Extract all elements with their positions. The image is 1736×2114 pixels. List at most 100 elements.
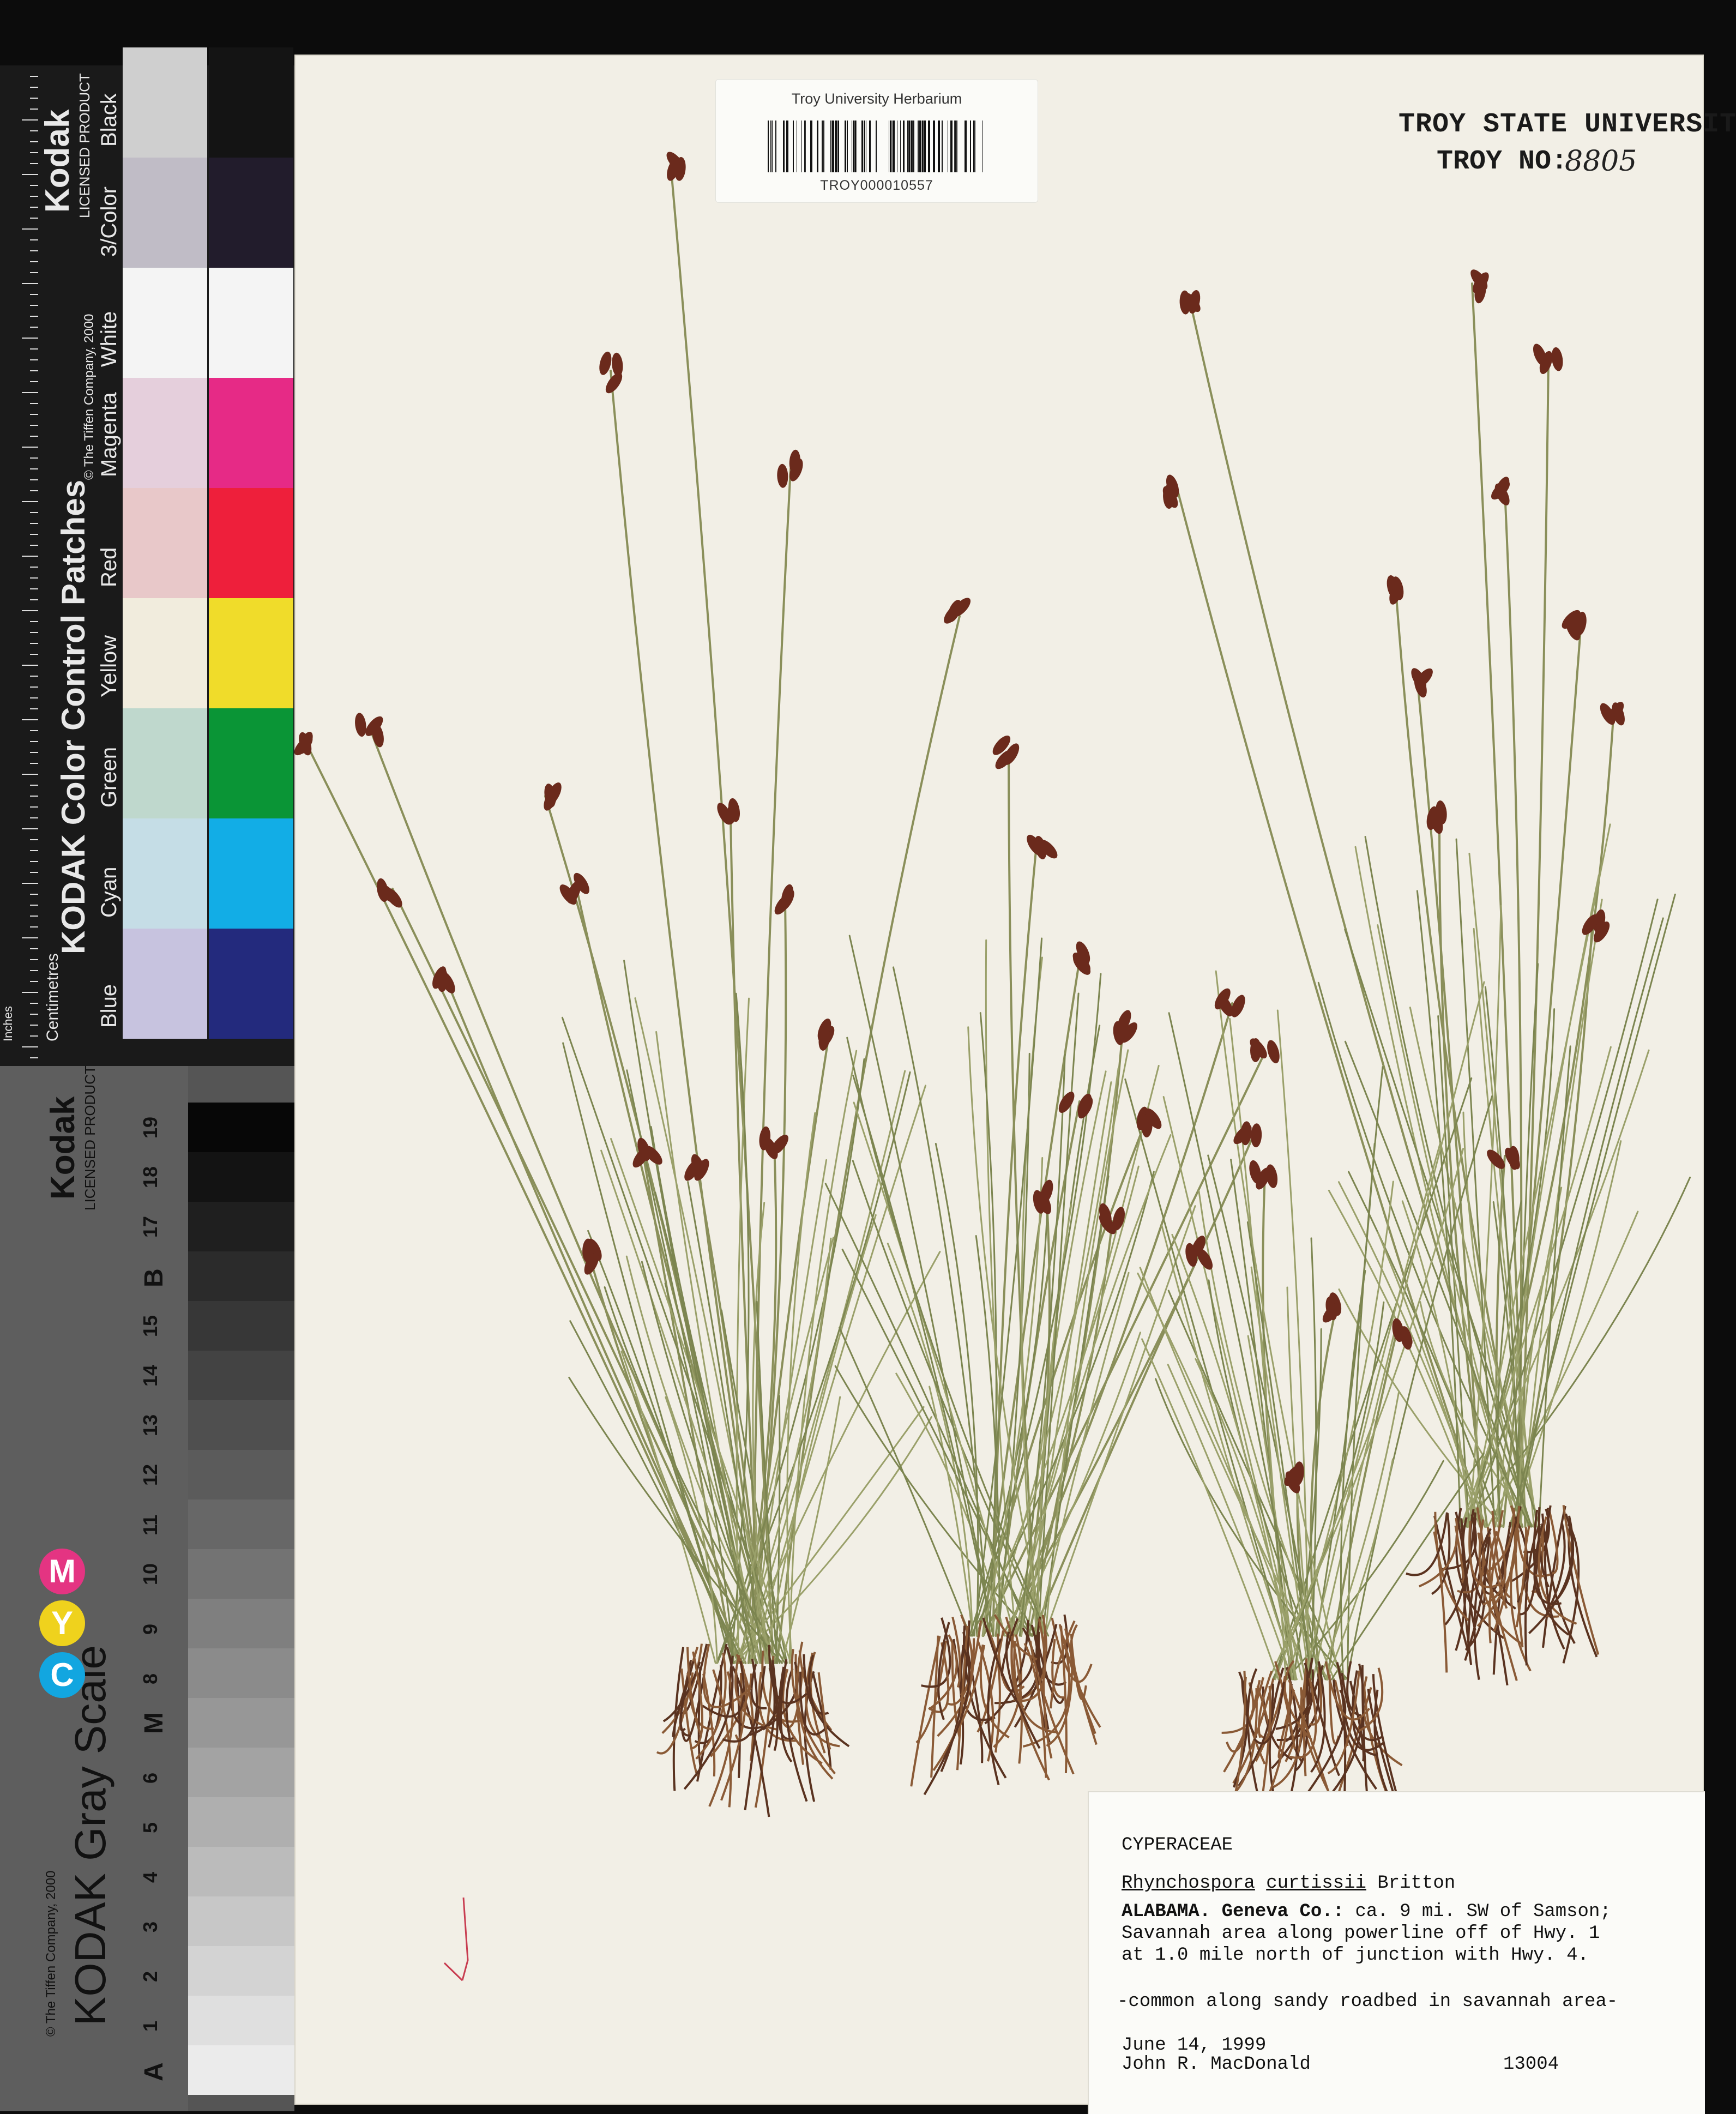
leaf-blade (1494, 874, 1600, 1528)
gray-scale-step-label: 6 (139, 1772, 161, 1784)
gray-scale-step-label: 2 (139, 1971, 161, 1982)
barcode-bar (924, 121, 926, 172)
barcode-bar (810, 121, 812, 172)
barcode-bar (913, 121, 914, 172)
kodak-logo: Kodak (39, 109, 76, 213)
species-epithet: curtissii (1266, 1873, 1366, 1894)
institution-name: Troy University Herbarium (791, 91, 962, 107)
catalog-number: TROY000010557 (820, 178, 933, 193)
color-patch-light (123, 47, 207, 158)
stamp-number-handwritten: 8805 (1565, 145, 1637, 178)
gray-scale-step-label: A (140, 2062, 168, 2081)
barcode-bar (919, 121, 921, 172)
spikelet (605, 372, 623, 394)
barcode-bar (830, 121, 831, 172)
gray-scale-card: Kodak LICENSED PRODUCT KODAK Gray Scale … (0, 1065, 294, 2111)
spikelet (777, 463, 788, 488)
family-name: CYPERACEAE (1122, 1835, 1233, 1856)
barcode-bar (907, 121, 908, 172)
patch-label: Yellow (97, 635, 121, 697)
barcode-bar (918, 121, 919, 172)
locality-line-2: Savannah area along powerline off of Hwy… (1122, 1923, 1600, 1944)
gray-scale-step-label: 9 (139, 1623, 161, 1635)
leaf-blade (1026, 1081, 1112, 1637)
spikelet (1267, 1040, 1280, 1064)
barcode-bar (864, 121, 865, 172)
gray-step (188, 1103, 294, 1152)
leaf-blade (846, 1037, 1050, 1637)
barcode-bar (928, 121, 930, 172)
patch-label: Magenta (97, 392, 121, 477)
patch-label: Blue (97, 984, 121, 1028)
culm (544, 795, 757, 1664)
barcode-bar (950, 121, 953, 172)
color-patch-light (123, 708, 207, 818)
spikelet (1251, 1123, 1262, 1148)
licensed-text: LICENSED PRODUCT (82, 1065, 98, 1210)
patch-label: 3/Color (97, 186, 121, 257)
gray-scale-step-label: 13 (139, 1414, 161, 1436)
color-patch-dark (209, 268, 293, 378)
specimen-label: CYPERACEAE Rhynchospora curtissii Britto… (1088, 1791, 1705, 2114)
gray-step (188, 1400, 294, 1450)
culm (670, 162, 775, 1664)
barcode-label: Troy University Herbarium TROY000010557 (715, 79, 1038, 203)
barcode-bar (845, 121, 846, 172)
barcode-bar (974, 121, 975, 172)
spikelet (612, 352, 623, 377)
patch-label: White (97, 311, 121, 367)
gray-step (188, 1351, 294, 1400)
barcode-bar (770, 121, 771, 172)
gray-step (188, 1797, 294, 1847)
leaf-blade (935, 1142, 979, 1637)
gray-scale-step-label: 17 (139, 1215, 161, 1238)
barcode-bar (822, 121, 823, 172)
gray-scale-step-label: 19 (139, 1116, 161, 1139)
barcode-bar (890, 121, 891, 172)
barcode-bar (900, 121, 901, 172)
barcode-bar (869, 121, 871, 172)
gray-step (188, 1847, 294, 1896)
barcode (768, 121, 982, 172)
leaf-blade (788, 1050, 858, 1664)
color-patch-light (123, 158, 207, 268)
barcode-bar (954, 121, 955, 172)
barcode-bar (817, 121, 818, 172)
barcode-bar (970, 121, 971, 172)
gray-step (188, 1202, 294, 1251)
gray-step (188, 1251, 294, 1301)
state-county: ALABAMA. Geneva Co.: (1122, 1901, 1345, 1922)
patch-label: Cyan (97, 866, 121, 918)
color-checker-title: KODAK Color Control Patches (55, 479, 92, 954)
locality-line-3: at 1.0 mile north of junction with Hwy. … (1122, 1945, 1589, 1966)
barcode-bar (835, 121, 837, 172)
color-patch-dark (209, 47, 293, 158)
barcode-bar (956, 121, 957, 172)
collection-number: 13004 (1503, 2054, 1559, 2075)
color-patch-light (123, 818, 207, 929)
culm (446, 980, 747, 1664)
gray-scale-step-label: 8 (139, 1673, 161, 1684)
gray-step (188, 1896, 294, 1946)
barcode-bar (876, 121, 877, 172)
color-patch-dark (209, 818, 293, 929)
barcode-bar (775, 121, 776, 172)
barcode-bar (832, 121, 834, 172)
barcode-bar (805, 121, 806, 172)
gray-scale-step-label: 14 (139, 1364, 161, 1387)
barcode-bar (772, 121, 773, 172)
collection-date: June 14, 1999 (1122, 2035, 1267, 2056)
barcode-bar (861, 121, 863, 172)
leaf-blade (852, 1074, 994, 1637)
patch-label: Red (97, 547, 121, 587)
culm (391, 888, 758, 1664)
leaf-blade (1325, 1458, 1394, 1681)
barcode-bar (847, 121, 848, 172)
yellow-circle: Y (39, 1600, 85, 1646)
root (1548, 1509, 1559, 1575)
spikelet (1265, 1164, 1278, 1188)
stamp-number-prefix: TROY NO: (1437, 146, 1568, 177)
gray-step (188, 1549, 294, 1599)
gray-scale-step-label: B (140, 1268, 168, 1287)
barcode-bar (908, 121, 910, 172)
